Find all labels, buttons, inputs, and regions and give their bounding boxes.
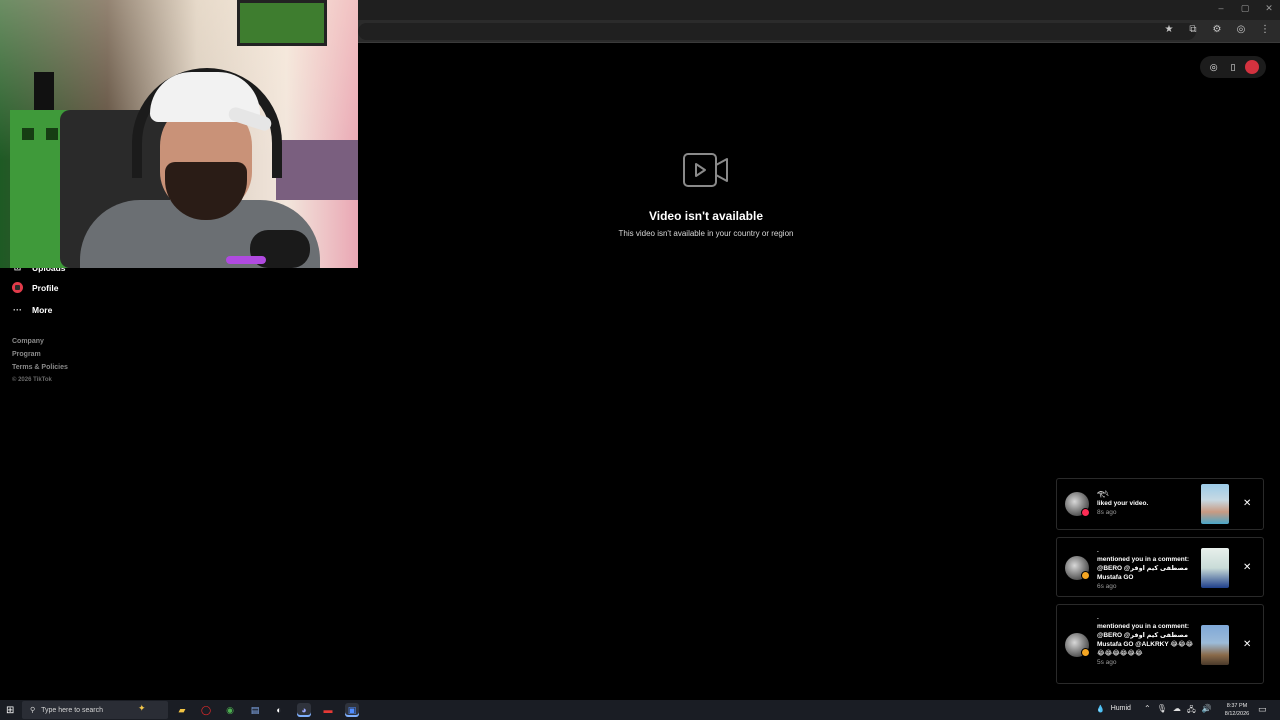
close-icon[interactable]: ✕	[1243, 639, 1251, 650]
chrome-icon[interactable]: ◉	[223, 703, 237, 717]
notification-center-icon[interactable]: ▭	[1258, 704, 1267, 715]
mention-badge-icon	[1081, 571, 1090, 580]
windows-start-icon[interactable]: ⊞	[6, 705, 14, 716]
notepad-icon[interactable]: ▤	[248, 703, 262, 717]
notification-card[interactable]: . mentioned you in a comment: @BERO @مصط…	[1056, 604, 1264, 684]
video-unavailable-icon	[683, 153, 728, 187]
close-icon[interactable]: ✕	[1243, 562, 1251, 573]
sidebar-footer: Company Program Terms & Policies © 2026 …	[12, 338, 68, 389]
notification-card[interactable]: . mentioned you in a comment: @BERO @مصط…	[1056, 537, 1264, 597]
profile-icon	[12, 282, 23, 293]
video-thumbnail[interactable]	[1201, 625, 1229, 665]
minimize-button[interactable]: –	[1216, 3, 1226, 14]
extensions-icon[interactable]: ⧉	[1186, 24, 1200, 35]
phone-icon[interactable]: ▯	[1226, 62, 1240, 73]
maximize-button[interactable]: ▢	[1240, 3, 1250, 14]
file-explorer-icon[interactable]: ▰	[175, 703, 189, 717]
clock-date: 8/12/2026	[1224, 711, 1250, 717]
unavailable-subtitle: This video isn't available in your count…	[618, 229, 794, 238]
video-thumbnail[interactable]	[1201, 548, 1229, 588]
microphone-icon[interactable]: 🎙	[1157, 704, 1167, 718]
weather-drop-icon: 💧	[1096, 706, 1105, 713]
mention-badge-icon	[1081, 648, 1090, 657]
clock-time: 8:37 PM	[1226, 703, 1248, 709]
video-unavailable: Video isn't available This video isn't a…	[358, 152, 1054, 238]
figurine	[34, 72, 54, 112]
volume-icon[interactable]: 🔊	[1202, 704, 1212, 718]
close-window-button[interactable]: ✕	[1264, 3, 1274, 14]
video-thumbnail[interactable]	[1201, 484, 1229, 524]
copilot-sparkle-icon[interactable]: ✦	[138, 703, 146, 714]
clock[interactable]: 8:37 PM 8/12/2026	[1220, 702, 1254, 718]
sidebar-item-more[interactable]: ··· More	[12, 304, 52, 315]
sidebar-item-label: More	[32, 304, 53, 315]
footer-link-company[interactable]: Company	[12, 338, 68, 345]
notification-text: . mentioned you in a comment: @BERO @مصط…	[1097, 614, 1194, 666]
discord-icon[interactable]: ◕	[297, 703, 311, 717]
footer-link-terms[interactable]: Terms & Policies	[12, 364, 68, 371]
windows-taskbar: ⊞ ⚲ Type here to search ✦ ▰ ◯ ◉ ▤ ◐ ◕ ▬ …	[0, 700, 1280, 720]
chevron-up-icon[interactable]: ⌃	[1144, 704, 1151, 718]
footer-link-program[interactable]: Program	[12, 351, 68, 358]
copyright: © 2026 TikTok	[12, 377, 52, 383]
search-icon: ⚲	[30, 707, 36, 714]
weather-widget[interactable]: 💧 Humid	[1096, 705, 1131, 713]
notification-card[interactable]: 𓂀𓆩 liked your video. 8s ago ✕	[1056, 478, 1264, 530]
notification-text: . mentioned you in a comment: @BERO @مصط…	[1097, 547, 1190, 590]
cloud-icon[interactable]: ☁	[1173, 704, 1181, 718]
more-icon: ···	[13, 304, 22, 315]
compass-icon[interactable]: ◎	[1207, 62, 1221, 73]
opera-icon[interactable]: ◯	[199, 703, 213, 717]
shelf	[276, 140, 358, 200]
wall-picture	[237, 0, 327, 46]
system-tray: ⌃ 🎙 ☁ 🖧 🔊	[1144, 704, 1212, 718]
top-actions: ◎ ▯	[1200, 56, 1266, 78]
bookmark-star-icon[interactable]: ★	[1162, 24, 1176, 35]
like-badge-icon	[1081, 508, 1090, 517]
search-placeholder: Type here to search	[41, 706, 104, 714]
main-content: ◎ ▯ Video isn't available This video isn…	[358, 44, 1280, 700]
address-bar[interactable]	[358, 23, 1196, 40]
window-controls: – ▢ ✕	[1216, 3, 1274, 14]
mic-light	[226, 256, 266, 264]
avatar[interactable]	[1245, 60, 1260, 74]
settings-icon[interactable]: ⚙	[1210, 24, 1224, 35]
weather-label: Humid	[1110, 705, 1131, 712]
network-icon[interactable]: 🖧	[1187, 704, 1196, 718]
browser-menu-icon[interactable]: ⋮	[1258, 24, 1272, 35]
notification-text: 𓂀𓆩 liked your video. 8s ago	[1097, 491, 1149, 516]
webcam-overlay	[0, 0, 358, 268]
browser-toolbar-icons: ★ ⧉ ⚙ ◎ ⋮	[1162, 24, 1272, 35]
taskbar-search[interactable]: ⚲ Type here to search	[22, 701, 168, 719]
app-icon[interactable]: ▣	[345, 703, 359, 717]
sidebar-item-profile[interactable]: Profile	[12, 282, 58, 293]
unavailable-title: Video isn't available	[648, 209, 763, 223]
app-icon[interactable]: ▬	[321, 703, 335, 717]
sidebar-item-label: Profile	[32, 282, 59, 293]
profile-browser-icon[interactable]: ◎	[1234, 24, 1248, 35]
close-icon[interactable]: ✕	[1243, 498, 1251, 509]
obs-icon[interactable]: ◐	[272, 703, 286, 717]
